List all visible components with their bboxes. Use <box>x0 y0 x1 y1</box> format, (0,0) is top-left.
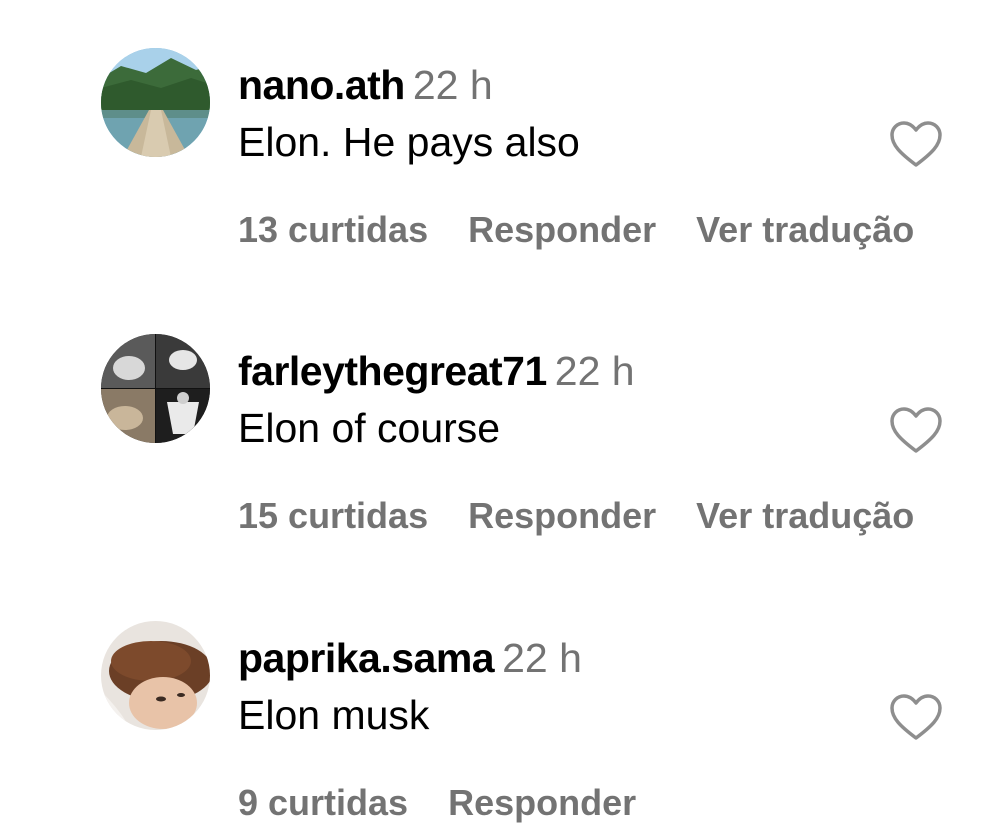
heart-outline-icon <box>890 121 942 167</box>
username-link[interactable]: paprika.sama <box>238 635 495 681</box>
heart-outline-icon <box>890 694 942 740</box>
comment-header: farleythegreat71 22 h <box>238 348 635 394</box>
like-button[interactable] <box>888 693 944 743</box>
comment-item: farleythegreat71 22 h Elon of course 15 c… <box>0 334 984 574</box>
comment-actions: 13 curtidas Responder Ver tradução <box>238 208 954 252</box>
comment-list: nano.ath 22 h Elon. He pays also 13 curti… <box>0 0 984 837</box>
avatar[interactable] <box>101 334 210 443</box>
reply-button[interactable]: Responder <box>468 494 656 538</box>
comment-actions: 15 curtidas Responder Ver tradução <box>238 494 954 538</box>
comment-item: paprika.sama 22 h Elon musk 9 curtidas Res… <box>0 621 984 837</box>
likes-count-link[interactable]: 13 curtidas <box>238 208 428 252</box>
username-link[interactable]: farleythegreat71 <box>238 348 547 394</box>
timestamp[interactable]: 22 h <box>413 62 493 108</box>
comment-header: nano.ath 22 h <box>238 62 493 108</box>
face-photo <box>101 621 210 730</box>
see-translation-button[interactable]: Ver tradução <box>696 208 914 252</box>
username-link[interactable]: nano.ath <box>238 62 405 108</box>
likes-count-link[interactable]: 15 curtidas <box>238 494 428 538</box>
reply-button[interactable]: Responder <box>448 781 636 825</box>
comment-actions: 9 curtidas Responder <box>238 781 676 825</box>
comment-text: Elon. He pays also <box>238 119 580 165</box>
heart-outline-icon <box>890 407 942 453</box>
like-button[interactable] <box>888 406 944 456</box>
avatar[interactable] <box>101 621 210 730</box>
lake-dock-photo <box>101 48 210 157</box>
timestamp[interactable]: 22 h <box>502 635 582 681</box>
see-translation-button[interactable]: Ver tradução <box>696 494 914 538</box>
avatar[interactable] <box>101 48 210 157</box>
comment-item: nano.ath 22 h Elon. He pays also 13 curti… <box>0 48 984 288</box>
collage-photo <box>101 334 210 443</box>
comment-header: paprika.sama 22 h <box>238 635 582 681</box>
reply-button[interactable]: Responder <box>468 208 656 252</box>
likes-count-link[interactable]: 9 curtidas <box>238 781 408 825</box>
like-button[interactable] <box>888 120 944 170</box>
comment-text: Elon musk <box>238 692 430 738</box>
timestamp[interactable]: 22 h <box>555 348 635 394</box>
comment-text: Elon of course <box>238 405 501 451</box>
